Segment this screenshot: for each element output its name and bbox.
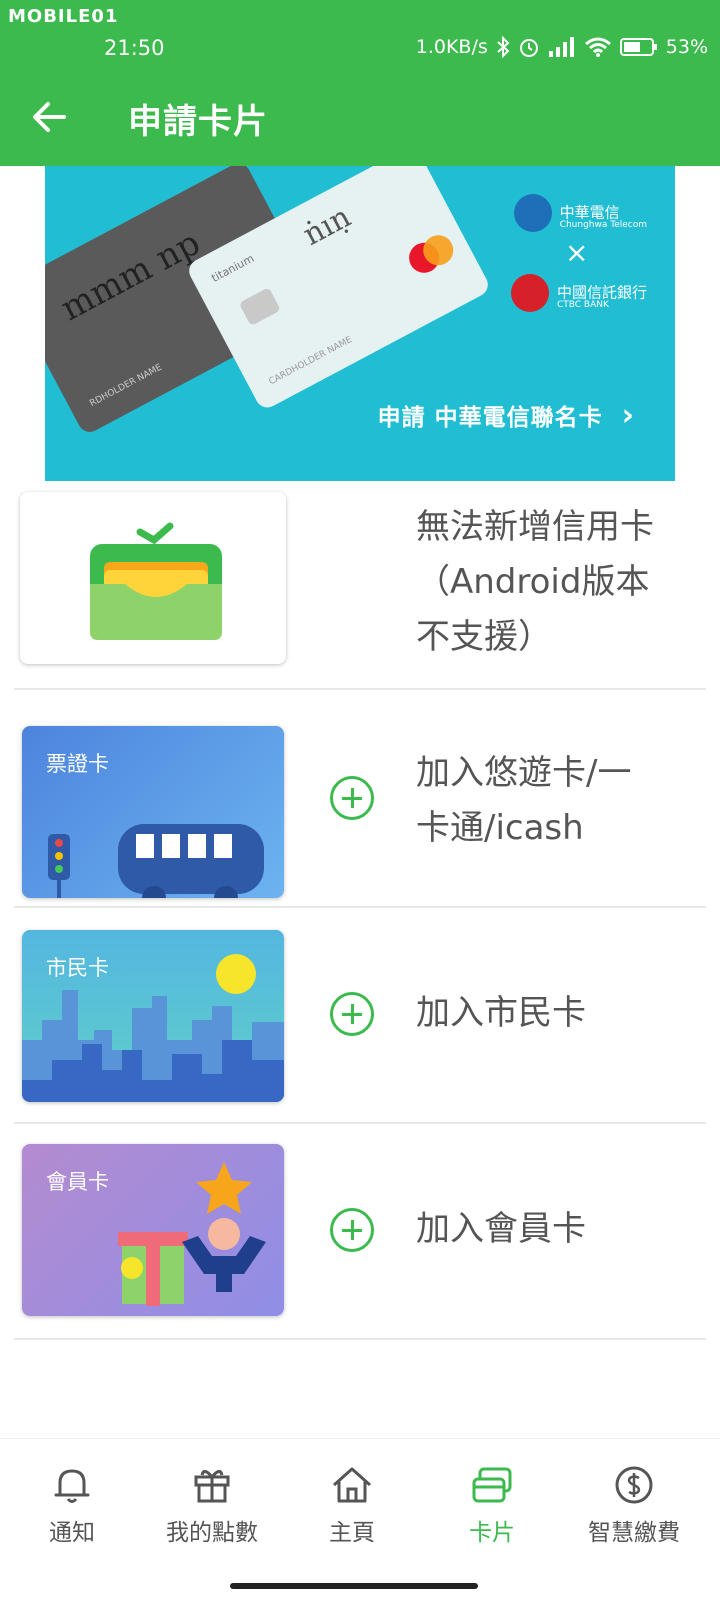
status-icons: 1.0KB/s 53% xyxy=(416,36,708,58)
text-line: 不支援） xyxy=(416,617,552,657)
cards-icon xyxy=(472,1467,512,1503)
bluetooth-icon xyxy=(497,36,510,58)
nav-label: 卡片 xyxy=(469,1520,515,1546)
gift-icon xyxy=(194,1470,230,1503)
nav-label: 智慧繳費 xyxy=(588,1520,680,1546)
text-line: 卡通/icash xyxy=(416,808,584,848)
credit-card-row: 無法新增信用卡 （Android版本 不支援） xyxy=(14,482,706,690)
watermark: MOBILE01 xyxy=(8,6,119,27)
dark-card-holder: RDHOLDER NAME xyxy=(88,362,164,410)
nav-home[interactable]: 主頁 xyxy=(282,1463,422,1547)
add-transit-card-text[interactable]: 加入悠遊卡/一 卡通/icash xyxy=(416,746,631,856)
apply-cobrand-label: 申請 中華電信聯名卡 xyxy=(377,405,603,431)
nav-cards[interactable]: 卡片 xyxy=(422,1463,562,1547)
status-time: 21:50 xyxy=(104,36,165,60)
status-bar: MOBILE01 21:50 1.0KB/s 53% xyxy=(0,0,720,68)
transit-card-thumbnail: 票證卡 xyxy=(22,726,284,898)
signal-icon xyxy=(548,37,574,57)
text-line: 加入悠遊卡/一 xyxy=(416,753,632,793)
chip-icon xyxy=(238,287,281,327)
text-line: 無法新增信用卡 xyxy=(416,507,654,547)
nav-smart-payment[interactable]: 智慧繳費 xyxy=(564,1463,704,1547)
back-arrow-icon[interactable] xyxy=(26,94,72,140)
nav-notifications[interactable]: 通知 xyxy=(2,1463,142,1547)
battery-icon xyxy=(619,38,657,56)
cross-symbol: × xyxy=(565,236,589,269)
cobrand-card-banner[interactable]: mmm np RDHOLDER NAME titanium ṅıṇ CARDHO… xyxy=(45,166,675,481)
net-speed: 1.0KB/s xyxy=(415,36,488,58)
bell-icon xyxy=(54,1469,90,1503)
nav-my-points[interactable]: 我的點數 xyxy=(142,1463,282,1547)
page-title: 申請卡片 xyxy=(128,102,268,142)
add-member-card-text[interactable]: 加入會員卡 xyxy=(416,1202,586,1257)
alarm-icon xyxy=(519,39,538,57)
city-skyline-icon xyxy=(22,954,284,1102)
text-line: 加入會員卡 xyxy=(416,1209,586,1249)
chevron-right-icon: › xyxy=(621,398,635,433)
light-card-text: ṅıṇ xyxy=(297,199,357,253)
app-bar: 申請卡片 xyxy=(0,68,720,166)
partner2-name: 中國信託銀行 xyxy=(556,283,647,302)
add-member-card-icon[interactable] xyxy=(330,1208,374,1252)
partner1-sub: Chunghwa Telecom xyxy=(559,220,647,230)
citizen-card-row[interactable]: 市民卡 加入市民卡 xyxy=(14,908,706,1124)
gift-star-icon xyxy=(118,1162,266,1306)
home-indicator[interactable] xyxy=(230,1583,478,1589)
citizen-card-thumbnail: 市民卡 xyxy=(22,930,284,1102)
credit-card-unavailable-text: 無法新增信用卡 （Android版本 不支援） xyxy=(416,500,654,665)
wallet-thumbnail xyxy=(20,492,286,664)
dark-card-text: mmm np xyxy=(54,222,207,330)
member-card-thumbnail: 會員卡 xyxy=(22,1144,284,1316)
cht-logo-icon xyxy=(513,194,552,232)
mastercard-logo-icon xyxy=(403,229,459,279)
nav-label: 通知 xyxy=(49,1520,95,1546)
wifi-icon xyxy=(584,37,611,57)
nav-label: 主頁 xyxy=(329,1520,375,1546)
bottom-navigation: 通知 我的點數 主頁 卡片 智慧繳費 xyxy=(0,1438,720,1601)
transit-card-row[interactable]: 票證卡 加入悠遊卡/一 卡通/icash xyxy=(14,690,706,908)
light-card-holder: CARDHOLDER NAME xyxy=(267,335,354,388)
member-card-row[interactable]: 會員卡 加入會員卡 xyxy=(14,1124,706,1340)
text-line: 加入市民卡 xyxy=(416,993,586,1033)
dollar-icon xyxy=(615,1466,653,1504)
apply-cobrand-link[interactable]: 申請 中華電信聯名卡 › xyxy=(378,398,635,433)
text-line: （Android版本 xyxy=(416,562,650,602)
home-icon xyxy=(333,1467,371,1503)
ctbc-logo-icon xyxy=(510,274,549,312)
light-card-tier: titanium xyxy=(209,251,257,285)
add-transit-card-icon[interactable] xyxy=(330,776,374,820)
wallet-icon xyxy=(90,522,222,640)
bus-icon xyxy=(48,824,264,898)
ctbc-logo: 中國信託銀行 CTBC BANK xyxy=(510,274,647,312)
nav-label: 我的點數 xyxy=(166,1520,258,1546)
partner1-name: 中華電信 xyxy=(559,203,620,222)
cht-logo: 中華電信 Chunghwa Telecom xyxy=(513,194,647,232)
battery-percent: 53% xyxy=(665,36,708,58)
add-citizen-card-text[interactable]: 加入市民卡 xyxy=(416,986,586,1041)
add-citizen-card-icon[interactable] xyxy=(330,992,374,1036)
